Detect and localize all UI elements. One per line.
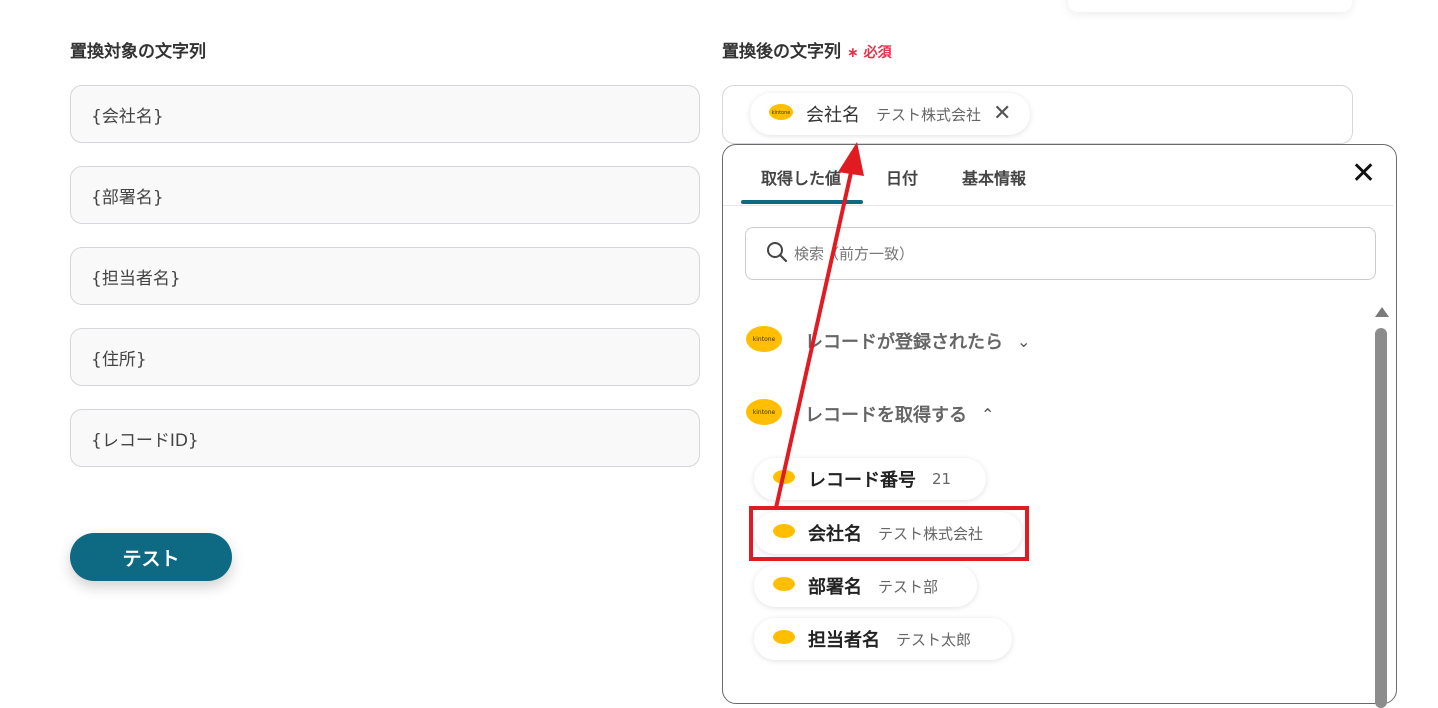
source-field-department[interactable]: {部署名}: [70, 166, 700, 224]
item-value: テスト部: [878, 577, 939, 596]
item-label: 担当者名: [808, 630, 880, 651]
item-label: レコード番号: [808, 470, 916, 491]
kintone-logo-icon: kintone: [745, 324, 783, 358]
selected-pill-value: テスト株式会社: [876, 105, 982, 124]
kintone-logo-icon: [772, 575, 796, 597]
kintone-logo-text: kintone: [753, 409, 776, 416]
required-text: 必須: [863, 45, 892, 61]
highlight-annotation-box: [749, 506, 1029, 561]
kintone-logo-icon: [772, 628, 796, 650]
picker-tabs: 取得した値 日付 基本情報: [723, 145, 1393, 206]
item-value: テスト太郎: [896, 630, 972, 649]
source-label: 置換対象の文字列: [70, 42, 206, 62]
replacement-label-text: 置換後の文字列: [722, 42, 841, 62]
section-record-registered[interactable]: kintone レコードが登録されたら ⌄: [745, 321, 1030, 361]
panel-close-icon[interactable]: ✕: [1351, 159, 1376, 189]
section-title: レコードを取得する: [805, 405, 967, 426]
required-asterisk: ∗: [847, 45, 859, 61]
test-button[interactable]: テスト: [70, 533, 232, 581]
tab-date[interactable]: 日付: [886, 165, 918, 189]
chevron-down-icon: ⌄: [1017, 331, 1031, 351]
remove-pill-close-icon[interactable]: ✕: [993, 103, 1011, 125]
search-placeholder: 検索（前方一致）: [794, 245, 915, 263]
item-value: 21: [932, 470, 952, 488]
replacement-label: 置換後の文字列 ∗ 必須: [722, 37, 892, 62]
section-title: レコードが登録されたら: [805, 332, 1003, 353]
previous-card-edge: [1068, 0, 1352, 12]
kintone-logo-icon: kintone: [768, 102, 794, 126]
chevron-up-icon: ⌃: [981, 404, 995, 424]
source-field-address[interactable]: {住所}: [70, 328, 700, 386]
kintone-logo-icon: [772, 468, 796, 490]
tab-retrieved-values[interactable]: 取得した値: [761, 165, 841, 189]
value-item-department[interactable]: 部署名 テスト部: [754, 565, 977, 607]
scrollbar-thumb[interactable]: [1375, 328, 1387, 708]
search-icon: [766, 241, 788, 267]
kintone-logo-text: kintone: [753, 336, 776, 343]
source-field-record-id[interactable]: {レコードID}: [70, 409, 700, 467]
value-item-record-number[interactable]: レコード番号 21: [754, 458, 986, 500]
value-item-person[interactable]: 担当者名 テスト太郎: [754, 618, 1012, 660]
required-badge: ∗ 必須: [847, 45, 892, 61]
kintone-logo-icon: kintone: [745, 397, 783, 431]
active-tab-indicator: [741, 200, 863, 204]
item-label: 部署名: [808, 577, 862, 598]
scroll-up-icon[interactable]: [1375, 307, 1389, 317]
search-input[interactable]: 検索（前方一致）: [745, 227, 1376, 280]
source-field-company[interactable]: {会社名}: [70, 85, 700, 143]
selected-pill-label: 会社名: [806, 105, 860, 126]
source-field-person[interactable]: {担当者名}: [70, 247, 700, 305]
kintone-logo-text: kintone: [772, 110, 791, 116]
tab-basic-info[interactable]: 基本情報: [962, 165, 1026, 189]
selected-value-pill[interactable]: kintone 会社名 テスト株式会社 ✕: [750, 93, 1030, 135]
section-get-record[interactable]: kintone レコードを取得する ⌃: [745, 394, 994, 434]
